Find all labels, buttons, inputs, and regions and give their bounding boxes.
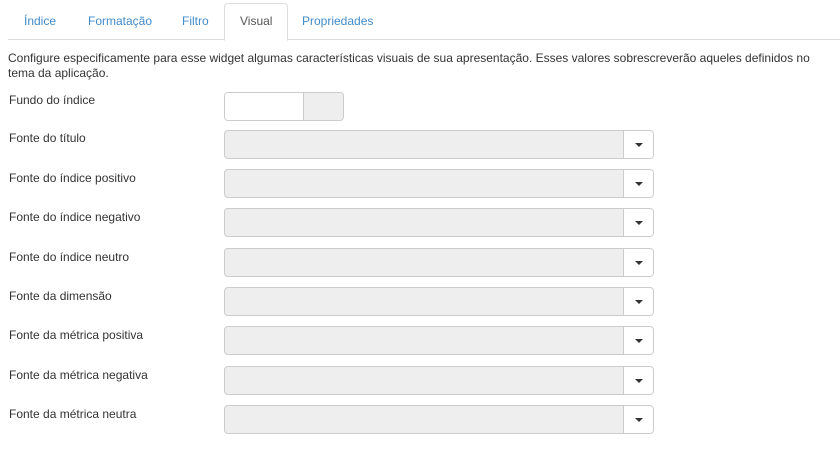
- select-fonte-metrica-positiva[interactable]: [224, 326, 654, 355]
- label-fonte-indice-positivo: Fonte do índice positivo: [9, 171, 136, 185]
- caret-down-icon: [635, 379, 643, 383]
- dropdown-button[interactable]: [623, 170, 653, 197]
- label-fonte-dimensao: Fonte da dimensão: [9, 289, 112, 303]
- label-fonte-indice-neutro: Fonte do índice neutro: [9, 250, 130, 264]
- caret-down-icon: [635, 261, 643, 265]
- dropdown-button[interactable]: [623, 249, 653, 276]
- tab-filtro[interactable]: Filtro: [166, 3, 225, 40]
- dropdown-button[interactable]: [623, 327, 653, 354]
- select-fonte-titulo[interactable]: [224, 130, 654, 159]
- tab-indice[interactable]: Índice: [8, 3, 72, 40]
- description-text: Configure especificamente para esse widg…: [8, 51, 810, 80]
- caret-down-icon: [635, 300, 643, 304]
- tab-bar: Índice Formatação Filtro Visual Propried…: [8, 3, 840, 41]
- label-fonte-indice-negativo: Fonte do índice negativo: [9, 210, 141, 224]
- caret-down-icon: [635, 182, 643, 186]
- label-fonte-metrica-negativa: Fonte da métrica negativa: [9, 368, 148, 382]
- select-fonte-metrica-negativa[interactable]: [224, 366, 654, 395]
- select-fonte-indice-neutro[interactable]: [224, 248, 654, 277]
- select-fonte-dimensao[interactable]: [224, 287, 654, 316]
- label-fonte-metrica-neutra: Fonte da métrica neutra: [9, 407, 137, 421]
- caret-down-icon: [635, 221, 643, 225]
- dropdown-button[interactable]: [623, 288, 653, 315]
- dropdown-button[interactable]: [623, 131, 653, 158]
- dropdown-button[interactable]: [623, 367, 653, 394]
- label-fonte-metrica-positiva: Fonte da métrica positiva: [9, 328, 144, 342]
- tab-formatacao[interactable]: Formatação: [72, 3, 168, 40]
- select-fonte-metrica-neutra[interactable]: [224, 405, 654, 434]
- color-swatch-button[interactable]: [304, 93, 343, 120]
- dropdown-button[interactable]: [623, 406, 653, 433]
- label-fonte-titulo: Fonte do título: [9, 131, 86, 145]
- color-picker-fundo-indice[interactable]: [224, 92, 344, 121]
- select-fonte-indice-negativo[interactable]: [224, 208, 654, 237]
- label-fundo-indice: Fundo do índice: [9, 93, 96, 107]
- tab-visual[interactable]: Visual: [224, 3, 289, 41]
- caret-down-icon: [635, 143, 643, 147]
- caret-down-icon: [635, 418, 643, 422]
- tab-propriedades[interactable]: Propriedades: [286, 3, 389, 40]
- dropdown-button[interactable]: [623, 209, 653, 236]
- color-input-fundo-indice[interactable]: [225, 93, 304, 120]
- select-fonte-indice-positivo[interactable]: [224, 169, 654, 198]
- caret-down-icon: [635, 339, 643, 343]
